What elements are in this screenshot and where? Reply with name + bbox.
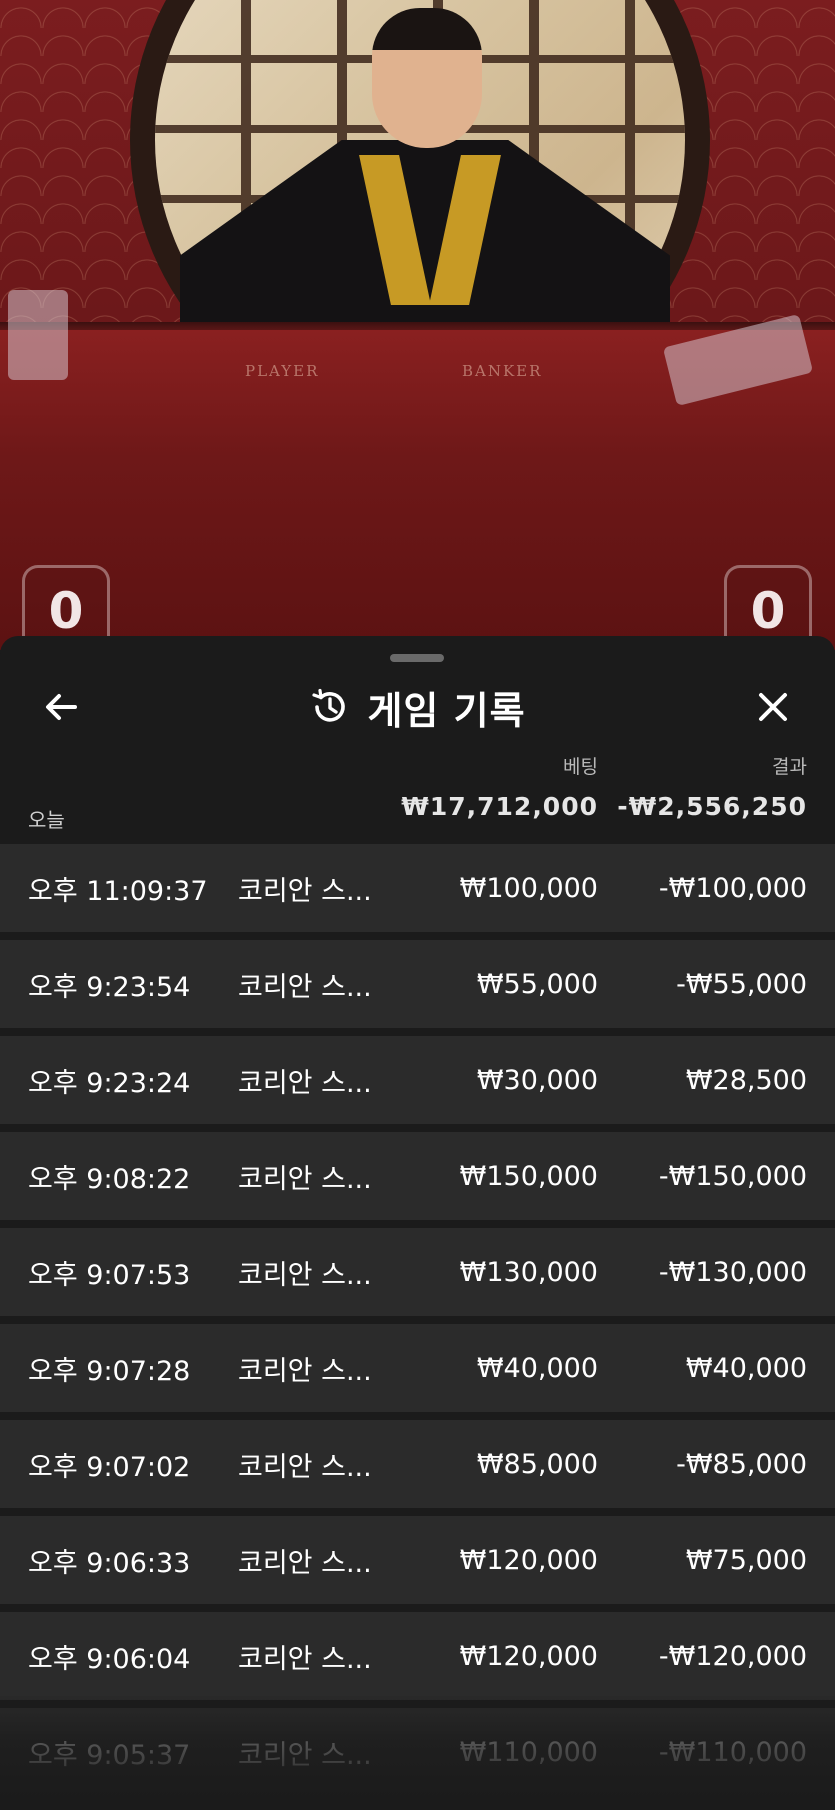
row-bet-amount: ₩120,000 [459, 1544, 598, 1576]
history-row[interactable]: 오후 9:07:02 코리안 스... ₩85,000 -₩85,000 [0, 1420, 835, 1508]
row-time: 오후 9:08:22 [28, 1163, 191, 1195]
row-game-name: 코리안 스... [238, 1067, 372, 1099]
row-bet-amount: ₩100,000 [459, 872, 598, 904]
row-result-amount: -₩85,000 [676, 1448, 807, 1480]
row-game-name: 코리안 스... [238, 971, 372, 1003]
row-result-amount: ₩75,000 [685, 1544, 807, 1576]
history-row[interactable]: 오후 9:05:37 코리안 스... ₩110,000 -₩110,000 [0, 1708, 835, 1796]
row-time: 오후 9:07:02 [28, 1451, 191, 1483]
row-bet-amount: ₩130,000 [459, 1256, 598, 1288]
row-time: 오후 9:23:54 [28, 971, 191, 1003]
row-result-amount: -₩100,000 [658, 872, 807, 904]
row-result-amount: -₩110,000 [658, 1736, 807, 1768]
row-game-name: 코리안 스... [238, 1259, 372, 1291]
result-column-header: 결과 [772, 756, 807, 778]
close-icon [759, 693, 787, 721]
row-bet-amount: ₩150,000 [459, 1160, 598, 1192]
summary-bar: 베팅 결과 오늘 ₩17,712,000 -₩2,556,250 [0, 746, 835, 832]
drag-handle[interactable] [390, 654, 444, 662]
history-row[interactable]: 오후 9:07:28 코리안 스... ₩40,000 ₩40,000 [0, 1324, 835, 1412]
row-game-name: 코리안 스... [238, 1547, 372, 1579]
player-area-label: PLAYER [245, 362, 320, 380]
history-row[interactable]: 오후 9:08:22 코리안 스... ₩150,000 -₩150,000 [0, 1132, 835, 1220]
row-bet-amount: ₩110,000 [459, 1736, 598, 1768]
row-game-name: 코리안 스... [238, 1355, 372, 1387]
history-icon [312, 688, 346, 722]
row-bet-amount: ₩120,000 [459, 1640, 598, 1672]
row-bet-amount: ₩85,000 [476, 1448, 598, 1480]
banker-area-label: BANKER [462, 362, 543, 380]
history-row[interactable]: 오후 9:06:04 코리안 스... ₩120,000 -₩120,000 [0, 1612, 835, 1700]
close-button[interactable] [746, 680, 800, 734]
row-bet-amount: ₩30,000 [476, 1064, 598, 1096]
row-time: 오후 9:23:24 [28, 1067, 191, 1099]
panel-header: 게임 기록 [0, 680, 835, 734]
row-time: 오후 11:09:37 [28, 875, 208, 907]
row-game-name: 코리안 스... [238, 1163, 372, 1195]
row-time: 오후 9:05:37 [28, 1739, 191, 1771]
row-result-amount: -₩55,000 [676, 968, 807, 1000]
row-bet-amount: ₩55,000 [476, 968, 598, 1000]
row-time: 오후 9:07:53 [28, 1259, 191, 1291]
live-video-feed: PLAYER BANKER 0 0 [0, 0, 835, 650]
panel-title: 게임 기록 [367, 688, 526, 733]
total-bet: ₩17,712,000 [401, 792, 598, 821]
row-game-name: 코리안 스... [238, 1739, 372, 1771]
row-result-amount: ₩40,000 [685, 1352, 807, 1384]
game-history-panel: 게임 기록 베팅 결과 오늘 ₩17,712,000 -₩2,556,250 오… [0, 636, 835, 1810]
row-game-name: 코리안 스... [238, 875, 372, 907]
history-row[interactable]: 오후 11:09:37 코리안 스... ₩100,000 -₩100,000 [0, 844, 835, 932]
row-game-name: 코리안 스... [238, 1451, 372, 1483]
row-time: 오후 9:06:33 [28, 1547, 191, 1579]
row-result-amount: ₩28,500 [685, 1064, 807, 1096]
total-result: -₩2,556,250 [617, 792, 807, 821]
history-row[interactable]: 오후 9:23:54 코리안 스... ₩55,000 -₩55,000 [0, 940, 835, 1028]
row-time: 오후 9:07:28 [28, 1355, 191, 1387]
row-result-amount: -₩150,000 [658, 1160, 807, 1192]
history-row[interactable]: 오후 9:23:24 코리안 스... ₩30,000 ₩28,500 [0, 1036, 835, 1124]
row-result-amount: -₩120,000 [658, 1640, 807, 1672]
row-time: 오후 9:06:04 [28, 1643, 191, 1675]
bet-column-header: 베팅 [563, 756, 598, 778]
dealer-head [372, 8, 482, 148]
history-row[interactable]: 오후 9:06:33 코리안 스... ₩120,000 ₩75,000 [0, 1516, 835, 1604]
day-label: 오늘 [28, 808, 65, 832]
history-row[interactable]: 오후 9:07:53 코리안 스... ₩130,000 -₩130,000 [0, 1228, 835, 1316]
card-holder [8, 290, 68, 380]
history-list: 오후 11:09:37 코리안 스... ₩100,000 -₩100,000 오후 9… [0, 844, 835, 1804]
row-game-name: 코리안 스... [238, 1643, 372, 1675]
row-result-amount: -₩130,000 [658, 1256, 807, 1288]
row-bet-amount: ₩40,000 [476, 1352, 598, 1384]
